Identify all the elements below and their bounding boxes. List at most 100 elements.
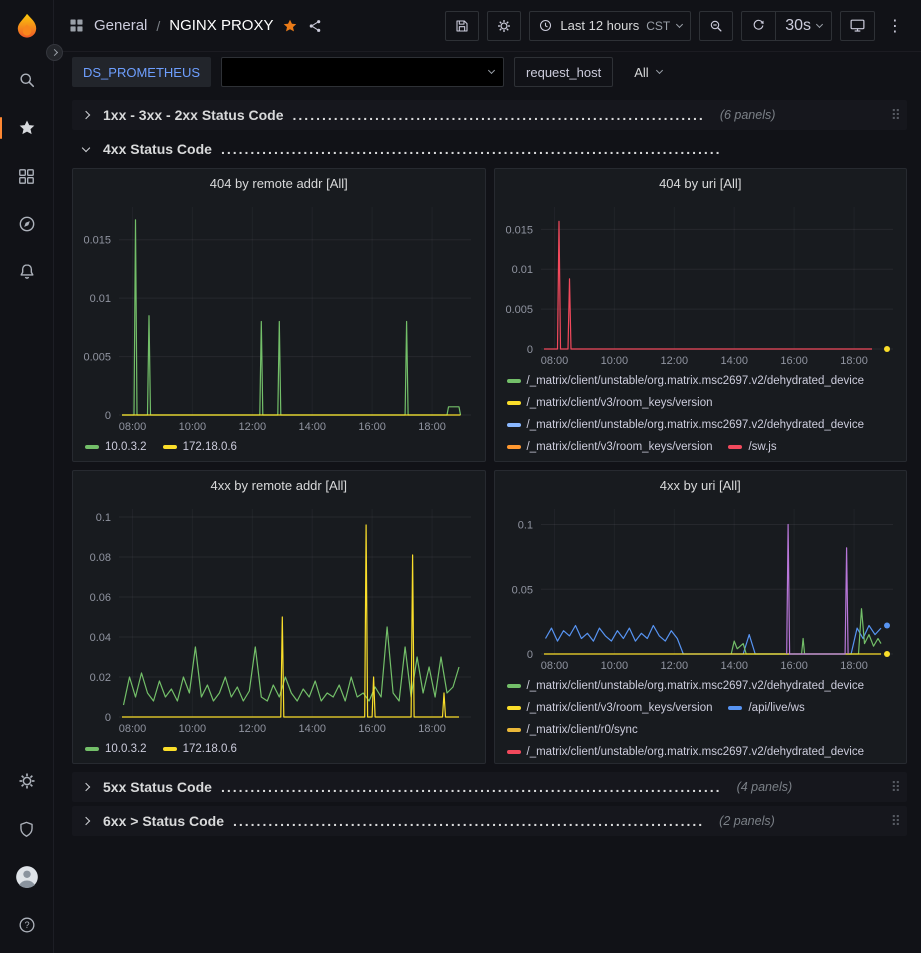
sidebar-item-alerting[interactable]: [0, 248, 54, 296]
svg-text:12:00: 12:00: [660, 355, 688, 367]
legend-item[interactable]: /_matrix/client/v3/room_keys/version: [507, 698, 713, 718]
legend-label: /_matrix/client/v3/room_keys/version: [527, 393, 713, 413]
favorite-star-icon[interactable]: [282, 18, 298, 34]
legend-item[interactable]: /sw.js: [728, 437, 776, 457]
svg-text:0.005: 0.005: [83, 352, 111, 364]
svg-text:0.05: 0.05: [511, 584, 532, 596]
refresh-button[interactable]: [742, 12, 775, 40]
row-title: 1xx - 3xx - 2xx Status Code: [103, 107, 284, 123]
svg-text:18:00: 18:00: [840, 660, 868, 672]
svg-text:0.005: 0.005: [505, 304, 533, 316]
dashboard-settings-button[interactable]: [487, 11, 521, 41]
save-dashboard-button[interactable]: [445, 11, 479, 41]
svg-text:?: ?: [24, 920, 29, 930]
chart-canvas[interactable]: 00.0050.010.01508:0010:0012:0014:0016:00…: [73, 197, 485, 435]
time-series-chart[interactable]: 00.0050.010.01508:0010:0012:0014:0016:00…: [495, 197, 907, 369]
kiosk-mode-button[interactable]: [840, 11, 875, 41]
star-icon: [17, 118, 37, 138]
legend-item[interactable]: 172.18.0.6: [163, 739, 237, 759]
time-series-chart[interactable]: 00.020.040.060.080.108:0010:0012:0014:00…: [73, 499, 485, 737]
sidebar-item-configuration[interactable]: [0, 757, 54, 805]
timezone-label: CST: [646, 19, 670, 33]
avatar: [14, 864, 40, 890]
row-header-4xx[interactable]: 4xx Status Code ........................…: [72, 134, 907, 164]
row-header-5xx[interactable]: 5xx Status Code ........................…: [72, 772, 907, 802]
sidebar-item-help[interactable]: ?: [0, 901, 54, 949]
variable-value-ds-prometheus-dropdown[interactable]: [221, 57, 504, 87]
row-leader-dots: ........................................…: [233, 813, 704, 829]
panel-title[interactable]: 4xx by uri [All]: [495, 471, 907, 499]
share-icon[interactable]: [307, 18, 323, 34]
legend-label: 10.0.3.2: [105, 437, 147, 457]
panel-legend: 10.0.3.2 172.18.0.6: [73, 435, 485, 461]
apps-grid-icon[interactable]: [68, 17, 85, 34]
legend-swatch: [507, 706, 521, 710]
legend-swatch: [85, 445, 99, 449]
legend-item[interactable]: 10.0.3.2: [85, 739, 147, 759]
legend-label: /_matrix/client/unstable/org.matrix.msc2…: [527, 742, 865, 762]
legend-item[interactable]: 10.0.3.2: [85, 437, 147, 457]
panel-title[interactable]: 404 by remote addr [All]: [73, 169, 485, 197]
legend-label: /sw.js: [748, 437, 776, 457]
row-drag-handle[interactable]: ⠿: [889, 779, 903, 796]
legend-item[interactable]: /_matrix/client/unstable/org.matrix.msc2…: [507, 676, 865, 696]
legend-swatch: [507, 728, 521, 732]
legend-item[interactable]: 172.18.0.6: [163, 437, 237, 457]
legend-item[interactable]: /_matrix/client/r0/sync: [507, 720, 638, 740]
row-drag-handle[interactable]: ⠿: [889, 813, 903, 830]
refresh-interval-dropdown[interactable]: 30s: [775, 12, 831, 40]
chevron-down-icon: [656, 67, 663, 74]
legend-swatch: [85, 747, 99, 751]
sidebar-item-dashboards[interactable]: [0, 152, 54, 200]
chevron-right-icon: [82, 111, 90, 119]
compass-icon: [17, 214, 37, 234]
sidebar-item-server-admin[interactable]: [0, 805, 54, 853]
panel-title[interactable]: 404 by uri [All]: [495, 169, 907, 197]
zoom-out-icon: [708, 18, 724, 34]
time-range-picker[interactable]: Last 12 hours CST: [529, 11, 691, 41]
panel-4xx-by-uri: 4xx by uri [All] 00.050.108:0010:0012:00…: [494, 470, 908, 764]
sidebar-item-starred[interactable]: [0, 104, 54, 152]
time-series-chart[interactable]: 00.050.108:0010:0012:0014:0016:0018:00: [495, 499, 907, 674]
chart-canvas[interactable]: 00.020.040.060.080.108:0010:0012:0014:00…: [73, 499, 485, 737]
panel-4xx-by-remote-addr: 4xx by remote addr [All] 00.020.040.060.…: [72, 470, 486, 764]
row-drag-handle[interactable]: ⠿: [889, 107, 903, 124]
row-header-6xx[interactable]: 6xx > Status Code ......................…: [72, 806, 907, 836]
legend-label: /_matrix/client/unstable/org.matrix.msc2…: [527, 676, 865, 696]
svg-text:0.015: 0.015: [505, 224, 533, 236]
panel-grid: 404 by remote addr [All] 00.0050.010.015…: [72, 168, 907, 764]
svg-text:0: 0: [526, 344, 532, 356]
legend-item[interactable]: /_matrix/client/unstable/org.matrix.msc2…: [507, 371, 865, 391]
breadcrumb-dashboard-title[interactable]: NGINX PROXY: [169, 17, 273, 34]
chart-canvas[interactable]: 00.0050.010.01508:0010:0012:0014:0016:00…: [495, 197, 907, 369]
legend-item[interactable]: /_matrix/client/unstable/org.matrix.msc2…: [507, 415, 865, 435]
more-options-kebab-menu[interactable]: ⋮: [883, 11, 907, 41]
legend-item[interactable]: /_matrix/client/v3/room_keys/version: [507, 393, 713, 413]
chart-canvas[interactable]: 00.050.108:0010:0012:0014:0016:0018:00: [495, 499, 907, 674]
svg-text:08:00: 08:00: [540, 660, 568, 672]
legend-label: /_matrix/client/r0/sync: [527, 720, 638, 740]
panel-title[interactable]: 4xx by remote addr [All]: [73, 471, 485, 499]
svg-text:16:00: 16:00: [780, 660, 808, 672]
variable-value-request-host-dropdown[interactable]: All: [623, 57, 672, 87]
gear-icon: [17, 771, 37, 791]
variable-label-request-host[interactable]: request_host: [514, 57, 613, 87]
sidebar-item-profile[interactable]: [0, 853, 54, 901]
row-header-1xx-3xx-2xx[interactable]: 1xx - 3xx - 2xx Status Code ............…: [72, 100, 907, 130]
sidebar-expand-button[interactable]: [46, 44, 63, 61]
legend-label: /_matrix/client/v3/room_keys/version: [527, 698, 713, 718]
legend-item[interactable]: /_matrix/client/v3/room_keys/version: [507, 437, 713, 457]
svg-text:18:00: 18:00: [418, 421, 446, 433]
grafana-logo[interactable]: [0, 0, 54, 56]
variable-label-ds-prometheus[interactable]: DS_PROMETHEUS: [72, 57, 211, 87]
legend-swatch: [507, 379, 521, 383]
legend-item[interactable]: /_matrix/client/unstable/org.matrix.msc2…: [507, 742, 865, 762]
breadcrumb-folder[interactable]: General: [94, 17, 147, 34]
save-icon: [454, 18, 470, 34]
sidebar-item-explore[interactable]: [0, 200, 54, 248]
zoom-out-button[interactable]: [699, 11, 733, 41]
time-series-chart[interactable]: 00.0050.010.01508:0010:0012:0014:0016:00…: [73, 197, 485, 435]
sidebar-item-search[interactable]: [0, 56, 54, 104]
legend-item[interactable]: /api/live/ws: [728, 698, 804, 718]
legend-label: /api/live/ws: [748, 698, 804, 718]
